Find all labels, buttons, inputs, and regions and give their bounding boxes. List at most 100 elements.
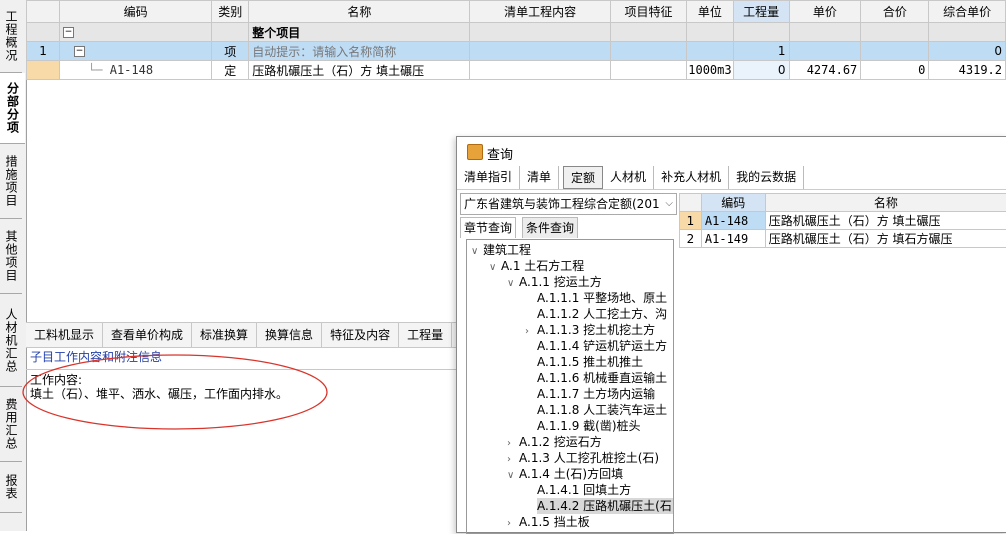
tree-node[interactable]: ∨A.1.1 挖运土方 — [507, 274, 602, 290]
col-header-type[interactable]: 类别 — [212, 1, 249, 23]
col-header-quantity[interactable]: 工程量 — [733, 1, 789, 23]
tree-node[interactable]: A.1.1.7 土方场内运输 — [537, 386, 655, 402]
dialog-tab-bill-guide[interactable]: 清单指引 — [457, 166, 520, 189]
result-header-code[interactable]: 编码 — [701, 194, 765, 212]
result-row[interactable]: 1 A1-148 压路机碾压土（石）方 填土碾压 — [680, 212, 1006, 230]
tree-node-selected[interactable]: A.1.4.2 压路机碾压土(石) — [537, 498, 674, 514]
col-header-unit[interactable]: 单位 — [687, 1, 733, 23]
tree-node[interactable]: A.1.1.4 铲运机铲运土方 — [537, 338, 667, 354]
dialog-tab-labor-material[interactable]: 人材机 — [603, 166, 654, 189]
result-index: 2 — [680, 230, 702, 248]
cell-name[interactable]: 整个项目 — [249, 23, 470, 42]
tree-node[interactable]: ›A.1.5 挡土板 — [507, 514, 590, 530]
tree-node[interactable]: ∨建筑工程 — [471, 242, 531, 258]
cell-index — [27, 61, 60, 80]
cell-unit[interactable]: 1000m3 — [687, 61, 733, 80]
cell-code: − — [60, 23, 212, 42]
cell-composite-price[interactable]: 0 — [929, 42, 1006, 61]
tab-price-composition[interactable]: 查看单价构成 — [103, 323, 192, 347]
cell-code: − — [60, 42, 212, 61]
table-row[interactable]: └─ A1-148 定 压路机碾压土（石）方 填土碾压 1000m3 0 427… — [27, 61, 1006, 80]
tree-node[interactable]: A.1.1.6 机械垂直运输土 — [537, 370, 667, 386]
side-tab-cost-summary[interactable]: 费用汇总 — [0, 387, 22, 462]
col-header-name[interactable]: 名称 — [249, 1, 470, 23]
tab-standard-conversion[interactable]: 标准换算 — [192, 323, 257, 347]
table-row-group[interactable]: − 整个项目 — [27, 23, 1006, 42]
tree-node[interactable]: ∨A.1.4 土(石)方回填 — [507, 466, 623, 482]
col-header-unit-price[interactable]: 单价 — [789, 1, 861, 23]
items-table: 编码 类别 名称 清单工程内容 项目特征 单位 工程量 单价 合价 综合单价 −… — [26, 0, 1006, 80]
side-tab-bar: 工程概况 分部分项 措施项目 其他项目 人材机汇总 费用汇总 报表 — [0, 0, 27, 531]
tree-node[interactable]: ›A.1.2 挖运石方 — [507, 434, 602, 450]
dialog-tab-my-cloud-data[interactable]: 我的云数据 — [729, 166, 804, 189]
tab-quantity[interactable]: 工程量 — [399, 323, 452, 347]
tree-node[interactable]: A.1.1.2 人工挖土方、沟 — [537, 306, 667, 322]
result-name[interactable]: 压路机碾压土（石）方 填土碾压 — [765, 212, 1006, 230]
result-index: 1 — [680, 212, 702, 230]
cell-type — [212, 23, 249, 42]
col-header-composite-price[interactable]: 综合单价 — [929, 1, 1006, 23]
side-tab-reports[interactable]: 报表 — [0, 462, 22, 513]
subtab-chapter-query[interactable]: 章节查询 — [460, 217, 516, 238]
cell-total[interactable]: 0 — [861, 61, 929, 80]
chevron-right-icon[interactable]: › — [507, 516, 519, 532]
dialog-title: 查询 — [487, 144, 513, 163]
chapter-tree[interactable]: ∨建筑工程 ∨A.1 土石方工程 ∨A.1.1 挖运土方 A.1.1.1 平整场… — [466, 239, 674, 534]
dialog-tab-quota[interactable]: 定额 — [563, 166, 603, 189]
table-row[interactable]: 1 − 项 自动提示：请输入名称简称 1 0 — [27, 42, 1006, 61]
cell-name-hint[interactable]: 自动提示：请输入名称简称 — [249, 42, 470, 61]
result-header-name[interactable]: 名称 — [765, 194, 1006, 212]
query-dialog: 查询 清单指引 清单 定额 人材机 补充人材机 我的云数据 广东省建筑与装饰工程… — [456, 136, 1006, 533]
app-icon — [467, 144, 483, 160]
side-tab-measures[interactable]: 措施项目 — [0, 144, 22, 219]
tree-node[interactable]: A.1.1.5 推土机推土 — [537, 354, 643, 370]
subtab-condition-query[interactable]: 条件查询 — [522, 217, 578, 238]
cell-unit-price[interactable]: 4274.67 — [789, 61, 861, 80]
tree-node[interactable]: ›A.1.3 人工挖孔桩挖土(石) — [507, 450, 659, 466]
tree-node[interactable]: A.1.1.1 平整场地、原土 — [537, 290, 667, 306]
collapse-icon[interactable]: − — [74, 46, 85, 57]
cell-quantity[interactable]: 0 — [733, 61, 789, 80]
dialog-tab-supplement-labor-material[interactable]: 补充人材机 — [654, 166, 729, 189]
chevron-down-icon[interactable]: ∨ — [471, 244, 483, 260]
cell-composite-price[interactable]: 4319.2 — [929, 61, 1006, 80]
cell-index — [27, 23, 60, 42]
tab-feature-content[interactable]: 特征及内容 — [322, 323, 399, 347]
side-tab-labor-material-summary[interactable]: 人材机汇总 — [0, 294, 22, 387]
side-tab-other-items[interactable]: 其他项目 — [0, 219, 22, 294]
collapse-icon[interactable]: − — [63, 27, 74, 38]
col-header-total[interactable]: 合价 — [861, 1, 929, 23]
quota-library-select[interactable]: 广东省建筑与装饰工程综合定额(201 ⌵ — [460, 193, 677, 215]
chevron-down-icon[interactable]: ∨ — [507, 276, 519, 292]
cell-code[interactable]: └─ A1-148 — [60, 61, 212, 80]
cell-name[interactable]: 压路机碾压土（石）方 填土碾压 — [249, 61, 470, 80]
dialog-tab-bill[interactable]: 清单 — [520, 166, 559, 189]
result-name[interactable]: 压路机碾压土（石）方 填石方碾压 — [765, 230, 1006, 248]
tree-node[interactable]: A.1.4.1 回填土方 — [537, 482, 631, 498]
tree-node[interactable]: ›A.1.1.3 挖土机挖土方 — [525, 322, 655, 338]
result-row[interactable]: 2 A1-149 压路机碾压土（石）方 填石方碾压 — [680, 230, 1006, 248]
col-header-feature[interactable]: 项目特征 — [610, 1, 687, 23]
red-annotation-ellipse — [20, 352, 335, 434]
result-code[interactable]: A1-148 — [701, 212, 765, 230]
col-header-bill-content[interactable]: 清单工程内容 — [470, 1, 610, 23]
cell-quantity[interactable]: 1 — [733, 42, 789, 61]
dialog-title-bar[interactable]: 查询 — [457, 137, 1006, 165]
chevron-down-icon: ⌵ — [665, 194, 673, 214]
chevron-right-icon[interactable]: › — [525, 324, 537, 340]
tree-node[interactable]: A.1.1.8 人工装汽车运土 — [537, 402, 667, 418]
side-tab-project-overview[interactable]: 工程概况 — [0, 0, 22, 73]
result-code[interactable]: A1-149 — [701, 230, 765, 248]
cell-type[interactable]: 定 — [212, 61, 249, 80]
cell-type[interactable]: 项 — [212, 42, 249, 61]
chevron-down-icon[interactable]: ∨ — [507, 468, 519, 484]
side-tab-division-items[interactable]: 分部分项 — [0, 73, 25, 144]
tree-node[interactable]: A.1.1.9 截(凿)桩头 — [537, 418, 641, 434]
result-header-index — [680, 194, 702, 212]
col-header-index — [27, 1, 60, 23]
chevron-down-icon[interactable]: ∨ — [489, 260, 501, 276]
col-header-code[interactable]: 编码 — [60, 1, 212, 23]
tab-conversion-info[interactable]: 换算信息 — [257, 323, 322, 347]
tree-node[interactable]: ∨A.1 土石方工程 — [489, 258, 584, 274]
tab-labor-material-display[interactable]: 工料机显示 — [26, 323, 103, 347]
